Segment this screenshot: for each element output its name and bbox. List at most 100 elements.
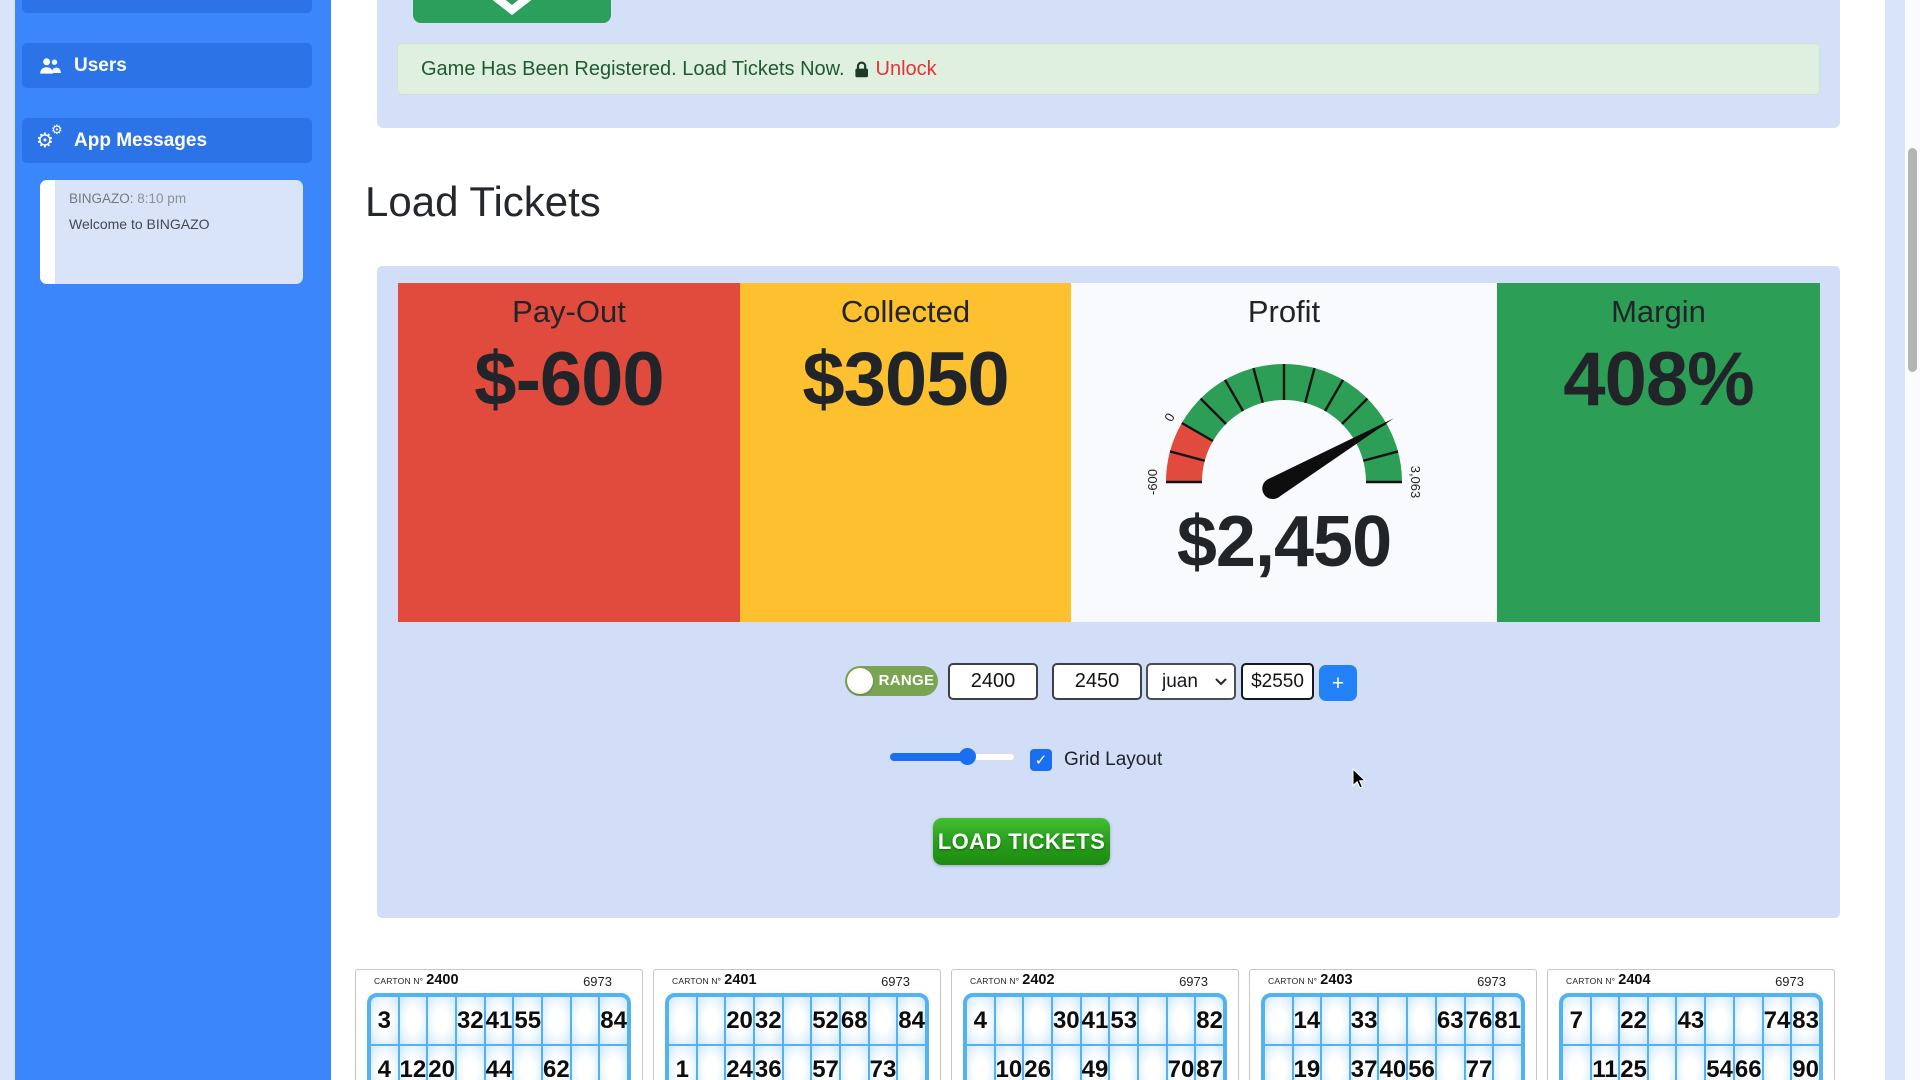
message-text: Welcome to BINGAZO — [69, 216, 210, 232]
bingo-ticket-card[interactable]: CARTON N°2404 6973 7224374831125546690 — [1547, 969, 1835, 1080]
bingo-cell: 20 — [726, 997, 753, 1044]
range-toggle[interactable]: RANGE — [845, 666, 938, 696]
stat-profit: Profit -60003,063 $2,450 — [1071, 283, 1497, 622]
stat-collected: Collected $3050 — [740, 283, 1071, 622]
bingo-grid: 332415584412204462 — [367, 993, 631, 1080]
bingo-cell: 84 — [600, 997, 627, 1044]
bingo-cell: 49 — [1082, 1046, 1109, 1080]
bingo-cell — [600, 1046, 627, 1080]
bingo-ticket-card[interactable]: CARTON N°2401 6973 2032526884124365773 — [653, 969, 941, 1080]
page-title: Load Tickets — [365, 178, 601, 226]
bingo-cell: 76 — [1466, 997, 1493, 1044]
bingo-grid: 7224374831125546690 — [1559, 993, 1823, 1080]
bingo-cell: 20 — [428, 1046, 455, 1080]
bingo-cell: 32 — [755, 997, 782, 1044]
bingo-cell: 7 — [1563, 997, 1590, 1044]
bingo-cell — [784, 1046, 811, 1080]
bingo-ticket-card[interactable]: CARTON N°2403 6973 14336376811937405677 — [1249, 969, 1537, 1080]
users-icon — [38, 57, 64, 75]
bingo-cell — [1024, 997, 1051, 1044]
bingo-cell — [1677, 1046, 1704, 1080]
bingo-cell: 4 — [967, 997, 994, 1044]
carton-number: 2400 — [426, 972, 458, 988]
add-button[interactable]: + — [1319, 665, 1357, 701]
bingo-cell — [1168, 997, 1195, 1044]
bingo-cell: 82 — [1196, 997, 1223, 1044]
stat-label: Pay-Out — [398, 294, 740, 330]
bingo-cell: 41 — [486, 997, 513, 1044]
bingo-cell: 14 — [1294, 997, 1321, 1044]
bingo-cell: 43 — [1677, 997, 1704, 1044]
bingo-cell — [841, 1046, 868, 1080]
bingo-cell: 1 — [669, 1046, 696, 1080]
bingo-cell: 10 — [996, 1046, 1023, 1080]
bingo-cell — [572, 997, 599, 1044]
bingo-cell — [457, 1046, 484, 1080]
size-slider[interactable] — [890, 753, 1015, 761]
sidebar-item-app-messages[interactable]: ⚙⚙ App Messages — [22, 118, 312, 163]
range-to-input[interactable] — [1052, 663, 1142, 700]
sidebar-item-partial[interactable] — [22, 0, 312, 13]
bingo-cell: 62 — [543, 1046, 570, 1080]
bingo-ticket-card[interactable]: CARTON N°2400 6973 332415584412204462 — [355, 969, 643, 1080]
bingo-cell: 63 — [1437, 997, 1464, 1044]
ticket-header: CARTON N°2400 6973 — [356, 973, 642, 989]
bingo-cell — [1139, 1046, 1166, 1080]
ticket-header: CARTON N°2403 6973 — [1250, 973, 1536, 989]
bingo-grid: 2032526884124365773 — [665, 993, 929, 1080]
ticket-header: CARTON N°2401 6973 — [654, 973, 940, 989]
bingo-cell — [572, 1046, 599, 1080]
bingo-cell — [698, 1046, 725, 1080]
bingo-cell: 55 — [514, 997, 541, 1044]
price-input[interactable] — [1241, 663, 1314, 700]
seller-select-wrap: juan — [1146, 663, 1236, 700]
bingo-cell — [996, 997, 1023, 1044]
ticket-header: CARTON N°2402 6973 — [952, 973, 1238, 989]
bingo-ticket-card[interactable]: CARTON N°2402 6973 4304153821026497087 — [951, 969, 1239, 1080]
message-time: 8:10 pm — [137, 191, 186, 206]
toggle-knob[interactable] — [847, 668, 873, 694]
bingo-cell: 11 — [1592, 1046, 1619, 1080]
stat-value: $2,450 — [1071, 506, 1497, 578]
load-tickets-button[interactable]: LOAD TICKETS — [933, 818, 1110, 865]
seller-select[interactable]: juan — [1146, 663, 1236, 700]
bingo-cell — [967, 1046, 994, 1080]
bingo-cell: 70 — [1168, 1046, 1195, 1080]
bingo-cell: 81 — [1494, 997, 1521, 1044]
bingo-cell: 25 — [1620, 1046, 1647, 1080]
bingo-cell: 56 — [1408, 1046, 1435, 1080]
stat-label: Collected — [740, 294, 1071, 330]
bingo-cell: 3 — [371, 997, 398, 1044]
bingo-cell — [1265, 997, 1292, 1044]
bingo-cell — [1649, 1046, 1676, 1080]
bingo-cell: 12 — [400, 1046, 427, 1080]
unlock-link[interactable]: Unlock — [876, 58, 937, 81]
message-accent-bar — [40, 180, 55, 284]
bingo-cell — [1735, 997, 1762, 1044]
bingo-cell — [1139, 997, 1166, 1044]
bingo-cell: 22 — [1620, 997, 1647, 1044]
bingo-cell: 83 — [1792, 997, 1819, 1044]
bingo-cell: 36 — [755, 1046, 782, 1080]
bingo-cell: 30 — [1053, 997, 1080, 1044]
sidebar-item-users[interactable]: Users — [22, 43, 312, 88]
bingo-cell — [870, 997, 897, 1044]
main-content: Game Has Been Registered. Load Tickets N… — [331, 0, 1885, 1080]
scrollbar-track[interactable] — [1905, 0, 1920, 1080]
message-meta: BINGAZO: 8:10 pm — [69, 191, 210, 206]
svg-text:3,063: 3,063 — [1408, 466, 1423, 499]
scrollbar-thumb[interactable] — [1908, 148, 1917, 372]
load-tickets-panel: Pay-Out $-600 Collected $3050 Profit -60… — [377, 266, 1840, 918]
bingo-cell: 19 — [1294, 1046, 1321, 1080]
bingo-cell — [1764, 1046, 1791, 1080]
bingo-cell: 33 — [1351, 997, 1378, 1044]
collapse-button[interactable] — [413, 0, 611, 23]
carton-number: 2402 — [1022, 972, 1054, 988]
range-from-input[interactable] — [948, 663, 1038, 700]
grid-layout-checkbox[interactable]: ✓ — [1030, 749, 1052, 771]
svg-text:-600: -600 — [1145, 469, 1160, 495]
bingo-cell: 52 — [812, 997, 839, 1044]
slider-handle[interactable] — [959, 748, 976, 765]
grid-layout-label[interactable]: Grid Layout — [1064, 749, 1162, 771]
range-toggle-label: RANGE — [875, 666, 938, 696]
